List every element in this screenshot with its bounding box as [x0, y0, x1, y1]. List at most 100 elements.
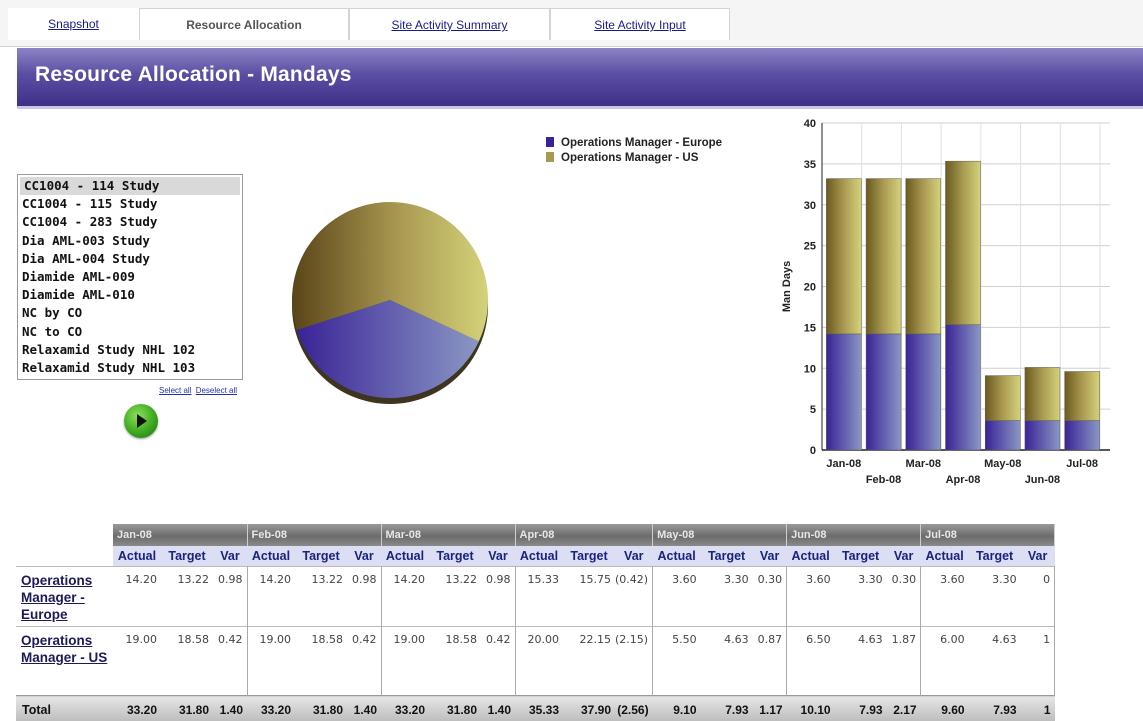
x-tick-label: Jun-08	[1025, 474, 1060, 486]
bar-segment-europe	[826, 334, 861, 450]
table-cell: 18.58	[429, 627, 481, 696]
bar-segment-us	[906, 179, 941, 334]
legend-label-us: Operations Manager - US	[561, 152, 698, 164]
table-cell: 3.30	[969, 567, 1021, 627]
tab-resource-allocation[interactable]: Resource Allocation	[139, 8, 349, 40]
table-cell: 0.42	[213, 627, 247, 696]
column-header-actual: Actual	[921, 546, 969, 567]
row-label-link[interactable]: Operations Manager - Europe	[16, 567, 113, 627]
table-cell: 0.42	[481, 627, 515, 696]
total-cell: 7.93	[701, 696, 753, 721]
column-header-var: Var	[347, 546, 381, 567]
table-cell: 19.00	[381, 627, 429, 696]
study-list-item[interactable]: NC to CO	[18, 323, 242, 341]
column-header-actual: Actual	[787, 546, 835, 567]
total-cell: 33.20	[381, 696, 429, 721]
total-cell: 2.17	[887, 696, 921, 721]
total-cell: 37.90	[563, 696, 615, 721]
bar-segment-us	[826, 179, 861, 334]
table-cell: 0.30	[887, 567, 921, 627]
table-cell: (2.15)	[615, 627, 653, 696]
total-cell: 1.40	[213, 696, 247, 721]
study-list-item[interactable]: Diamide AML-010	[18, 286, 242, 304]
table-cell: 14.20	[381, 567, 429, 627]
column-header-target: Target	[161, 546, 213, 567]
table-cell: 0.42	[347, 627, 381, 696]
table-cell: 5.50	[653, 627, 701, 696]
column-header-target: Target	[701, 546, 753, 567]
table-cell: 4.63	[969, 627, 1021, 696]
y-tick-label: 15	[804, 322, 816, 334]
table-cell: 0.98	[347, 567, 381, 627]
y-tick-label: 35	[804, 159, 816, 171]
table-cell: 20.00	[515, 627, 563, 696]
study-list[interactable]: CC1004 - 114 StudyCC1004 - 115 StudyCC10…	[17, 174, 243, 380]
study-list-item[interactable]: Relaxamid Study NHL 102	[18, 341, 242, 359]
study-list-item[interactable]: Relaxamid Study NHL 103	[18, 359, 242, 377]
tab-snapshot[interactable]: Snapshot	[8, 8, 140, 40]
y-tick-label: 0	[810, 445, 816, 457]
total-cell: 33.20	[247, 696, 295, 721]
table-cell: 15.33	[515, 567, 563, 627]
total-cell: 31.80	[295, 696, 347, 721]
bar-segment-us	[985, 376, 1020, 421]
month-header: Jul-08	[921, 524, 1055, 546]
table-cell: 4.63	[701, 627, 753, 696]
month-header: May-08	[653, 524, 787, 546]
go-button[interactable]	[124, 404, 158, 438]
y-tick-label: 20	[804, 282, 816, 294]
column-header-actual: Actual	[515, 546, 563, 567]
deselect-all-link[interactable]: Deselect all	[196, 386, 237, 395]
table-cell: 0.98	[213, 567, 247, 627]
study-list-item[interactable]: CC1004 - 283 Study	[18, 213, 242, 231]
tab-site-activity-input[interactable]: Site Activity Input	[550, 8, 730, 40]
table-row: Operations Manager - Europe14.2013.220.9…	[16, 567, 1055, 627]
table-cell: 1.87	[887, 627, 921, 696]
bar-segment-europe	[866, 334, 901, 450]
legend-label-europe: Operations Manager - Europe	[561, 137, 722, 149]
y-tick-label: 40	[804, 118, 816, 130]
month-header: Mar-08	[381, 524, 515, 546]
column-header-target: Target	[969, 546, 1021, 567]
month-header: Jan-08	[113, 524, 247, 546]
total-cell: 31.80	[161, 696, 213, 721]
study-list-item[interactable]: Diamide AML-009	[18, 268, 242, 286]
tab-site-activity-summary[interactable]: Site Activity Summary	[349, 8, 550, 40]
month-header: Apr-08	[515, 524, 653, 546]
table-cell: 6.00	[921, 627, 969, 696]
study-list-item[interactable]: Dia AML-003 Study	[18, 232, 242, 250]
total-cell: 1.40	[481, 696, 515, 721]
table-cell: 22.15	[563, 627, 615, 696]
page-title: Resource Allocation - Mandays	[35, 63, 352, 87]
y-axis-label: Man Days	[781, 261, 793, 312]
select-all-link[interactable]: Select all	[159, 386, 191, 395]
y-tick-label: 30	[804, 200, 816, 212]
bar-segment-europe	[946, 325, 981, 450]
table-cell: 14.20	[247, 567, 295, 627]
table-cell: 3.60	[787, 567, 835, 627]
study-list-item[interactable]: Dia AML-004 Study	[18, 250, 242, 268]
study-list-item[interactable]: CC1004 - 114 Study	[20, 177, 240, 195]
total-cell: 1.17	[753, 696, 787, 721]
column-header-target: Target	[295, 546, 347, 567]
table-cell: 4.63	[835, 627, 887, 696]
play-icon	[137, 414, 147, 428]
total-cell: 7.93	[835, 696, 887, 721]
total-label: Total	[16, 696, 113, 721]
table-cell: (0.42)	[615, 567, 653, 627]
tab-bar: Snapshot Resource Allocation Site Activi…	[0, 0, 1143, 47]
x-tick-label: Jul-08	[1066, 458, 1098, 470]
total-cell: 1	[1021, 696, 1055, 721]
table-cell: 15.75	[563, 567, 615, 627]
study-list-item[interactable]: CC1004 - 115 Study	[18, 195, 242, 213]
month-header: Feb-08	[247, 524, 381, 546]
total-cell: 1.40	[347, 696, 381, 721]
study-list-item[interactable]: NC by CO	[18, 304, 242, 322]
total-cell: 35.33	[515, 696, 563, 721]
column-header-var: Var	[481, 546, 515, 567]
table-cell: 3.60	[921, 567, 969, 627]
table-cell: 0.87	[753, 627, 787, 696]
table-cell: 3.30	[701, 567, 753, 627]
total-cell: 31.80	[429, 696, 481, 721]
row-label-link[interactable]: Operations Manager - US	[16, 627, 113, 696]
